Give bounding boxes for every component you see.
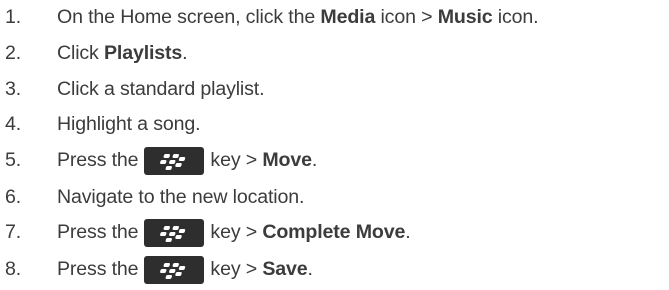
step-text: Click a standard playlist. [57,77,265,101]
step-text: Press the key > Move. [57,146,318,175]
blackberry-menu-key-icon [144,219,205,247]
step-item: 7. Press the key > Complete Move. [0,215,669,249]
ui-term: Media [320,5,376,28]
step-text-segment: Navigate to the new location. [57,185,305,208]
step-text: Navigate to the new location. [57,186,304,209]
step-number: 4. [5,112,22,135]
ui-term: Playlists [104,41,183,64]
step-text: Press the key > Save. [57,255,313,284]
ui-term: Save [262,257,308,280]
step-text: Highlight a song. [57,112,201,136]
instruction-steps: 1. On the Home screen, click the Media ic… [0,0,669,290]
step-item: 8. Press the key > Save. [0,252,669,286]
blackberry-menu-key-icon [144,147,205,175]
step-text-segment: . [182,41,188,64]
step-text-segment: . [307,257,313,280]
step-number: 3. [5,77,22,100]
step-text-segment: . [311,148,318,171]
step-text-segment: icon > [375,5,438,28]
step-number: 2. [5,41,22,64]
step-text-segment: Highlight a song. [57,112,201,135]
step-text: Click Playlists. [57,41,188,65]
step-text-segment: icon. [492,5,539,28]
step-item: 5. Press the key > Move. [0,143,669,177]
step-number: 6. [5,185,22,208]
step-text-segment: Click [57,41,104,64]
step-text-segment: key > [210,257,263,280]
step-text: Press the key > Complete Move. [57,218,411,247]
step-text-segment: On the Home screen, click the [57,5,321,28]
step-number: 1. [5,5,22,28]
step-number: 8. [5,257,22,280]
step-text-segment: Press the [57,257,139,280]
ui-term: Move [262,148,312,171]
ui-term: Music [437,5,493,28]
step-text-segment: Click a standard playlist. [57,77,265,100]
step-item: 6. Navigate to the new location. [0,180,669,214]
step-number: 7. [5,220,22,243]
step-item: 2. Click Playlists. [0,36,669,70]
step-item: 3. Click a standard playlist. [0,72,669,106]
step-text-segment: Press the [57,220,139,243]
step-text-segment: Press the [57,148,139,171]
ui-term: Complete Move [262,220,406,243]
step-item: 4. Highlight a song. [0,107,669,141]
blackberry-menu-key-icon [144,256,205,284]
step-text-segment: . [405,220,411,243]
step-text: On the Home screen, click the Media icon… [57,5,539,29]
step-number: 5. [5,148,22,171]
step-item: 1. On the Home screen, click the Media ic… [0,0,669,34]
step-text-segment: key > [210,148,263,171]
step-text-segment: key > [210,220,263,243]
